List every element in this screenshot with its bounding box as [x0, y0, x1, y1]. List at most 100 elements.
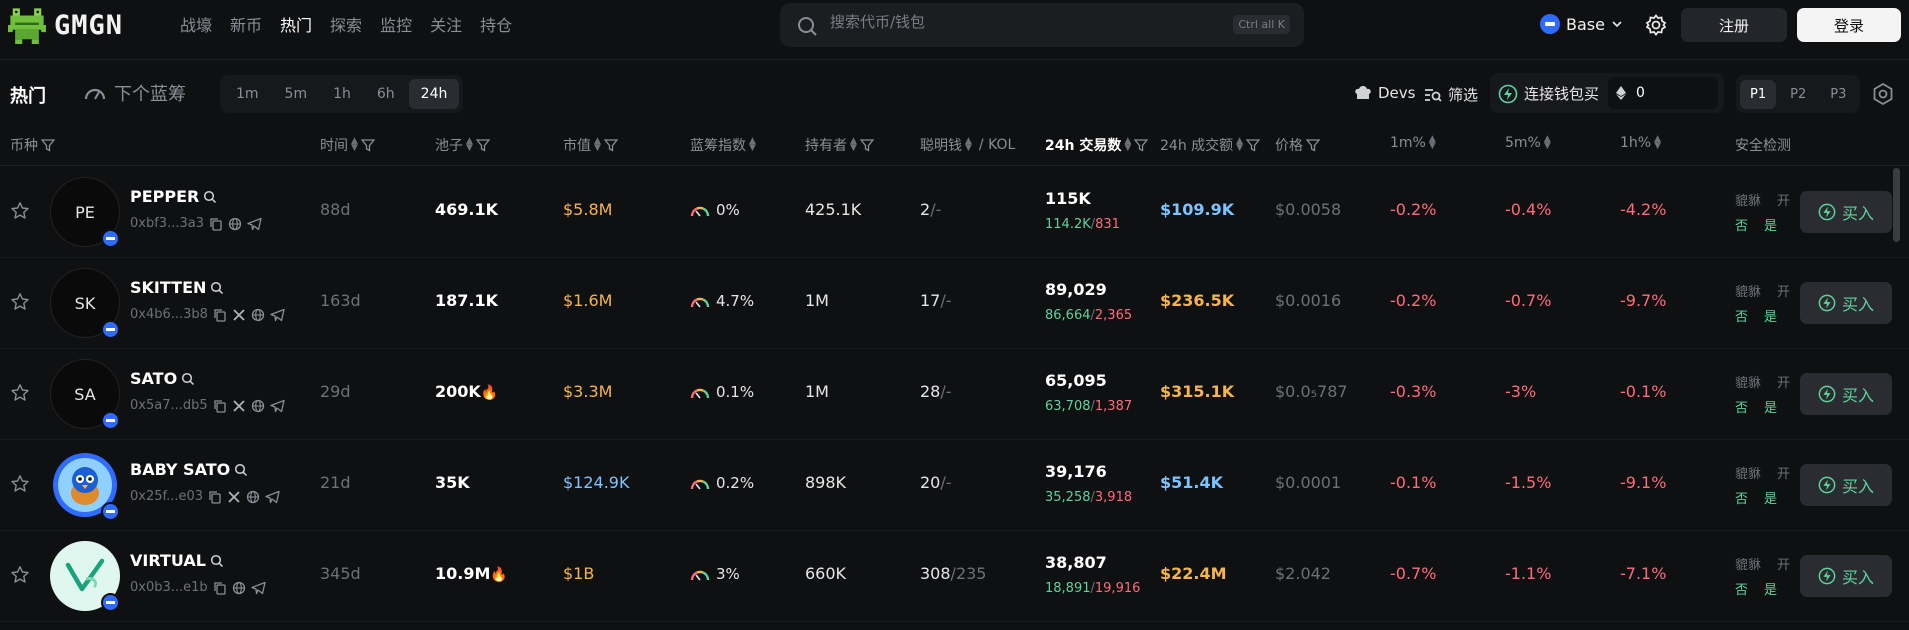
globe-icon[interactable]	[228, 217, 242, 231]
timeframe-24h[interactable]: 24h	[408, 79, 460, 109]
copy-icon[interactable]	[213, 308, 227, 322]
globe-icon[interactable]	[246, 490, 260, 504]
token-name[interactable]: SATO	[130, 369, 195, 388]
filter-funnel-icon[interactable]	[475, 138, 490, 152]
x-twitter-icon[interactable]	[232, 308, 246, 322]
copy-icon[interactable]	[213, 581, 227, 595]
col-header-ch5m[interactable]: 5m% ▲ ▼	[1505, 135, 1551, 152]
search-input[interactable]	[830, 13, 1210, 31]
sort-arrows-icon[interactable]: ▲ ▼	[1124, 137, 1131, 153]
sort-arrows-icon[interactable]: ▲ ▼	[850, 137, 857, 153]
filter-funnel-icon[interactable]	[1134, 138, 1149, 152]
token-name[interactable]: VIRTUAL	[130, 551, 224, 570]
token-search-icon[interactable]	[210, 554, 224, 568]
col-header-smart[interactable]: 聪明钱 ▲ ▼ / KOL	[920, 135, 1015, 155]
col-header-token[interactable]: 币种	[10, 135, 55, 155]
timeframe-6h[interactable]: 6h	[365, 79, 407, 109]
telegram-icon[interactable]	[251, 581, 266, 595]
token-search-icon[interactable]	[203, 190, 217, 204]
buy-button[interactable]: 买入	[1800, 464, 1892, 506]
table-row[interactable]: SK SKITTEN 0x4b6...3b8 163d 187.1K $1.6M 4.7% 1…	[0, 258, 1909, 349]
timeframe-1h[interactable]: 1h	[321, 79, 363, 109]
token-address[interactable]: 0x0b3...e1b	[130, 580, 208, 595]
preset-settings-icon[interactable]	[1871, 82, 1895, 106]
col-header-holders[interactable]: 持有者 ▲ ▼	[805, 135, 874, 155]
preset-p2[interactable]: P2	[1780, 80, 1816, 109]
filter-funnel-icon[interactable]	[859, 138, 874, 152]
nav-item-2[interactable]: 热门	[280, 12, 312, 36]
token-name[interactable]: PEPPER	[130, 187, 217, 206]
col-header-safety[interactable]: 安全检测	[1735, 135, 1791, 155]
favorite-star-icon[interactable]	[10, 474, 30, 494]
telegram-icon[interactable]	[247, 217, 262, 231]
token-address[interactable]: 0xbf3...3a3	[130, 216, 204, 231]
token-search-icon[interactable]	[210, 281, 224, 295]
preset-p1[interactable]: P1	[1740, 79, 1777, 109]
table-row[interactable]: SA SATO 0x5a7...db5 29d 200K🔥 $3.3M 0.1% 1M 28/-…	[0, 349, 1909, 440]
buy-button[interactable]: 买入	[1800, 555, 1892, 597]
search-bar[interactable]: Ctrl all K	[780, 3, 1304, 47]
telegram-icon[interactable]	[270, 399, 285, 413]
col-header-ch1m[interactable]: 1m% ▲ ▼	[1390, 135, 1436, 152]
table-row[interactable]: VIRTUAL 0x0b3...e1b 345d 10.9M🔥 $1B 3% 660K 308…	[0, 531, 1909, 622]
sort-arrows-icon[interactable]: ▲ ▼	[594, 137, 601, 153]
sort-arrows-icon[interactable]: ▲ ▼	[965, 137, 972, 153]
filter-funnel-icon[interactable]	[360, 138, 375, 152]
token-name[interactable]: BABY SATO	[130, 460, 248, 479]
timeframe-5m[interactable]: 5m	[273, 79, 320, 109]
nav-item-0[interactable]: 战壕	[180, 12, 212, 36]
nav-item-1[interactable]: 新币	[230, 12, 262, 36]
telegram-icon[interactable]	[270, 308, 285, 322]
nav-item-3[interactable]: 探索	[330, 12, 362, 36]
col-header-ch1h[interactable]: 1h% ▲ ▼	[1620, 135, 1661, 152]
col-header-mcap[interactable]: 市值 ▲ ▼	[563, 135, 618, 155]
nav-item-4[interactable]: 监控	[380, 12, 412, 36]
col-header-bluechip[interactable]: 蓝筹指数 ▲ ▼	[690, 135, 756, 155]
logo[interactable]: GMGN	[8, 5, 123, 45]
token-address[interactable]: 0x5a7...db5	[130, 398, 208, 413]
register-button[interactable]: 注册	[1681, 8, 1787, 42]
preset-p3[interactable]: P3	[1820, 80, 1856, 109]
token-search-icon[interactable]	[181, 372, 195, 386]
vertical-scrollbar[interactable]	[1893, 168, 1900, 242]
col-header-price[interactable]: 价格	[1275, 135, 1320, 155]
nav-item-5[interactable]: 关注	[430, 12, 462, 36]
devs-filter[interactable]: Devs	[1354, 84, 1415, 102]
favorite-star-icon[interactable]	[10, 292, 30, 312]
table-row[interactable]: PE PEPPER 0xbf3...3a3 88d 469.1K $5.8M 0% 425.1…	[0, 167, 1909, 258]
token-address[interactable]: 0x4b6...3b8	[130, 307, 208, 322]
col-header-vol24h[interactable]: 24h 成交额 ▲ ▼	[1160, 135, 1261, 155]
wallet-quick-buy[interactable]: 连接钱包买 0	[1490, 73, 1724, 113]
sort-arrows-icon[interactable]: ▲ ▼	[1654, 135, 1661, 151]
filter-funnel-icon[interactable]	[1306, 138, 1320, 152]
col-header-pool[interactable]: 池子 ▲ ▼	[435, 135, 490, 155]
settings-gear-icon[interactable]	[1644, 13, 1668, 37]
copy-icon[interactable]	[208, 490, 222, 504]
connect-wallet-buy[interactable]: 连接钱包买	[1498, 83, 1599, 104]
buy-button[interactable]: 买入	[1800, 282, 1892, 324]
nav-item-6[interactable]: 持仓	[480, 12, 512, 36]
token-search-icon[interactable]	[234, 463, 248, 477]
next-bluechip-tab[interactable]: 下个蓝筹	[84, 80, 186, 106]
sort-arrows-icon[interactable]: ▲ ▼	[1544, 135, 1551, 151]
globe-icon[interactable]	[232, 581, 246, 595]
filter-funnel-icon[interactable]	[603, 138, 618, 152]
filter-funnel-icon[interactable]	[41, 138, 55, 152]
favorite-star-icon[interactable]	[10, 565, 30, 585]
x-twitter-icon[interactable]	[227, 490, 241, 504]
col-header-tx24h[interactable]: 24h 交易数 ▲ ▼	[1045, 135, 1149, 155]
sort-arrows-icon[interactable]: ▲ ▼	[1236, 137, 1243, 153]
chain-selector[interactable]: Base	[1540, 14, 1623, 34]
telegram-icon[interactable]	[265, 490, 280, 504]
buy-amount-input[interactable]: 0	[1608, 77, 1718, 109]
x-twitter-icon[interactable]	[232, 399, 246, 413]
copy-icon[interactable]	[213, 399, 227, 413]
globe-icon[interactable]	[251, 399, 265, 413]
filter-funnel-icon[interactable]	[1246, 138, 1261, 152]
copy-icon[interactable]	[209, 217, 223, 231]
favorite-star-icon[interactable]	[10, 383, 30, 403]
sort-arrows-icon[interactable]: ▲ ▼	[466, 137, 473, 153]
sort-arrows-icon[interactable]: ▲ ▼	[351, 137, 358, 153]
sort-arrows-icon[interactable]: ▲ ▼	[1429, 135, 1436, 151]
token-name[interactable]: SKITTEN	[130, 278, 224, 297]
